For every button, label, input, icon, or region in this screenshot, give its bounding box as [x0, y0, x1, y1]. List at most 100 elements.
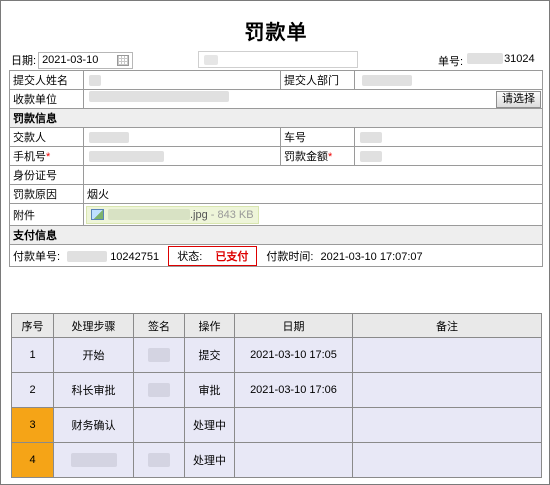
pay-no-suffix: 10242751: [110, 250, 160, 263]
amount-label: 罚款金额*: [280, 146, 355, 166]
redacted-text: [89, 74, 101, 86]
redacted-text: [362, 74, 412, 86]
pay-time-value: 2021-03-10 17:07:07: [320, 250, 423, 263]
status-badge: 状态: 已支付: [168, 245, 258, 266]
phone-label-text: 手机号: [13, 151, 46, 163]
row-index: 3: [11, 407, 54, 443]
col-header-note: 备注: [352, 313, 542, 338]
redacted-text: [89, 150, 164, 162]
phone-value[interactable]: [83, 146, 281, 166]
table-row: 4 处理中: [11, 442, 542, 478]
row-note: [352, 372, 542, 408]
attachment-label: 附件: [9, 203, 84, 226]
section-pay-info: 支付信息: [9, 225, 543, 245]
submitter-name-label: 提交人姓名: [9, 70, 84, 90]
doc-title-input[interactable]: [198, 51, 358, 68]
reason-value[interactable]: 烟火: [83, 184, 543, 204]
attachment-link[interactable]: .jpg - 843 KB: [86, 205, 259, 224]
row-step: 财务确认: [53, 407, 134, 443]
col-header-step: 处理步骤: [53, 313, 134, 338]
redacted-text: [204, 55, 218, 65]
pay-no-label: 付款单号:: [13, 250, 61, 263]
date-input[interactable]: 2021-03-10: [38, 51, 134, 69]
doc-number: 单号: 31024: [438, 53, 535, 69]
car-no-value[interactable]: [354, 127, 543, 147]
redacted-text: [148, 453, 170, 467]
id-label: 身份证号: [9, 165, 84, 185]
fine-form-table: 提交人姓名 提交人部门 收款单位 请选择 罚款信息 交款人 车号 手机号* 罚款…: [9, 70, 543, 267]
row-step: 科长审批: [53, 372, 134, 408]
date-label: 日期:: [11, 55, 37, 67]
row-index: 2: [11, 372, 54, 408]
redacted-text: [360, 150, 382, 162]
row-action: 提交: [184, 337, 235, 373]
pay-time-label: 付款时间:: [266, 250, 314, 263]
redacted-text: [70, 453, 117, 467]
status-label: 状态:: [177, 250, 203, 263]
submitter-dept-label: 提交人部门: [280, 70, 355, 90]
row-signature: [133, 407, 185, 443]
row-note: [352, 407, 542, 443]
date-value: 2021-03-10: [42, 53, 99, 66]
receiver-unit-label: 收款单位: [9, 89, 84, 109]
attachment-cell: .jpg - 843 KB: [83, 203, 543, 226]
row-date: [234, 407, 353, 443]
table-row: 2 科长审批 审批 2021-03-10 17:06: [11, 372, 542, 408]
redacted-text: [89, 131, 129, 143]
row-action: 处理中: [184, 442, 235, 478]
row-index: 4: [11, 442, 54, 478]
image-file-icon: [91, 209, 104, 220]
workflow-table: 序号 处理步骤 签名 操作 日期 备注 1 开始 提交 2021-03-10 1…: [11, 313, 542, 478]
redacted-text: [467, 53, 504, 64]
phone-label: 手机号*: [9, 146, 84, 166]
pay-info-row: 付款单号: 10242751 状态: 已支付 付款时间: 2021-03-10 …: [9, 244, 543, 267]
row-signature: [133, 442, 185, 478]
row-date: [234, 442, 353, 478]
docno-suffix: 31024: [504, 53, 535, 65]
col-header-action: 操作: [184, 313, 235, 338]
select-unit-button[interactable]: 请选择: [496, 90, 541, 108]
row-step: 开始: [53, 337, 134, 373]
submitter-name-value: [83, 70, 281, 90]
row-step: [53, 442, 134, 478]
table-row: 1 开始 提交 2021-03-10 17:05: [11, 337, 542, 373]
status-value: 已支付: [215, 250, 249, 263]
row-date: 2021-03-10 17:06: [234, 372, 353, 408]
redacted-text: [89, 91, 229, 103]
payer-value[interactable]: [83, 127, 281, 147]
col-header-sign: 签名: [133, 313, 185, 338]
amount-label-text: 罚款金额: [284, 151, 328, 163]
id-value[interactable]: [83, 165, 543, 185]
redacted-text: [148, 348, 170, 362]
table-row: 3 财务确认 处理中: [11, 407, 542, 443]
attachment-ext: .jpg: [190, 208, 208, 221]
reason-label: 罚款原因: [9, 184, 84, 204]
attachment-size: - 843 KB: [210, 208, 254, 221]
row-date: 2021-03-10 17:05: [234, 337, 353, 373]
payer-label: 交款人: [9, 127, 84, 147]
row-note: [352, 337, 542, 373]
col-header-idx: 序号: [11, 313, 54, 338]
row-action: 审批: [184, 372, 235, 408]
row-action: 处理中: [184, 407, 235, 443]
date-row: 日期: 2021-03-10: [11, 51, 134, 69]
docno-label: 单号:: [438, 56, 464, 68]
row-signature: [133, 337, 185, 373]
submitter-dept-value: [354, 70, 543, 90]
required-mark: *: [46, 151, 51, 163]
section-fine-info: 罚款信息: [9, 108, 543, 128]
redacted-text: [360, 131, 382, 143]
fine-form-page: 罚款单 日期: 2021-03-10 单号: 31024 提交人姓名 提交人部门…: [0, 0, 550, 485]
receiver-unit-field[interactable]: 请选择: [83, 89, 543, 109]
redacted-text: [148, 383, 170, 397]
car-no-label: 车号: [280, 127, 355, 147]
row-note: [352, 442, 542, 478]
page-title: 罚款单: [244, 20, 308, 44]
redacted-text: [67, 251, 108, 263]
amount-value[interactable]: [354, 146, 543, 166]
required-mark: *: [328, 151, 333, 163]
row-index: 1: [11, 337, 54, 373]
calendar-icon[interactable]: [117, 54, 130, 66]
row-signature: [133, 372, 185, 408]
redacted-text: [108, 209, 190, 220]
